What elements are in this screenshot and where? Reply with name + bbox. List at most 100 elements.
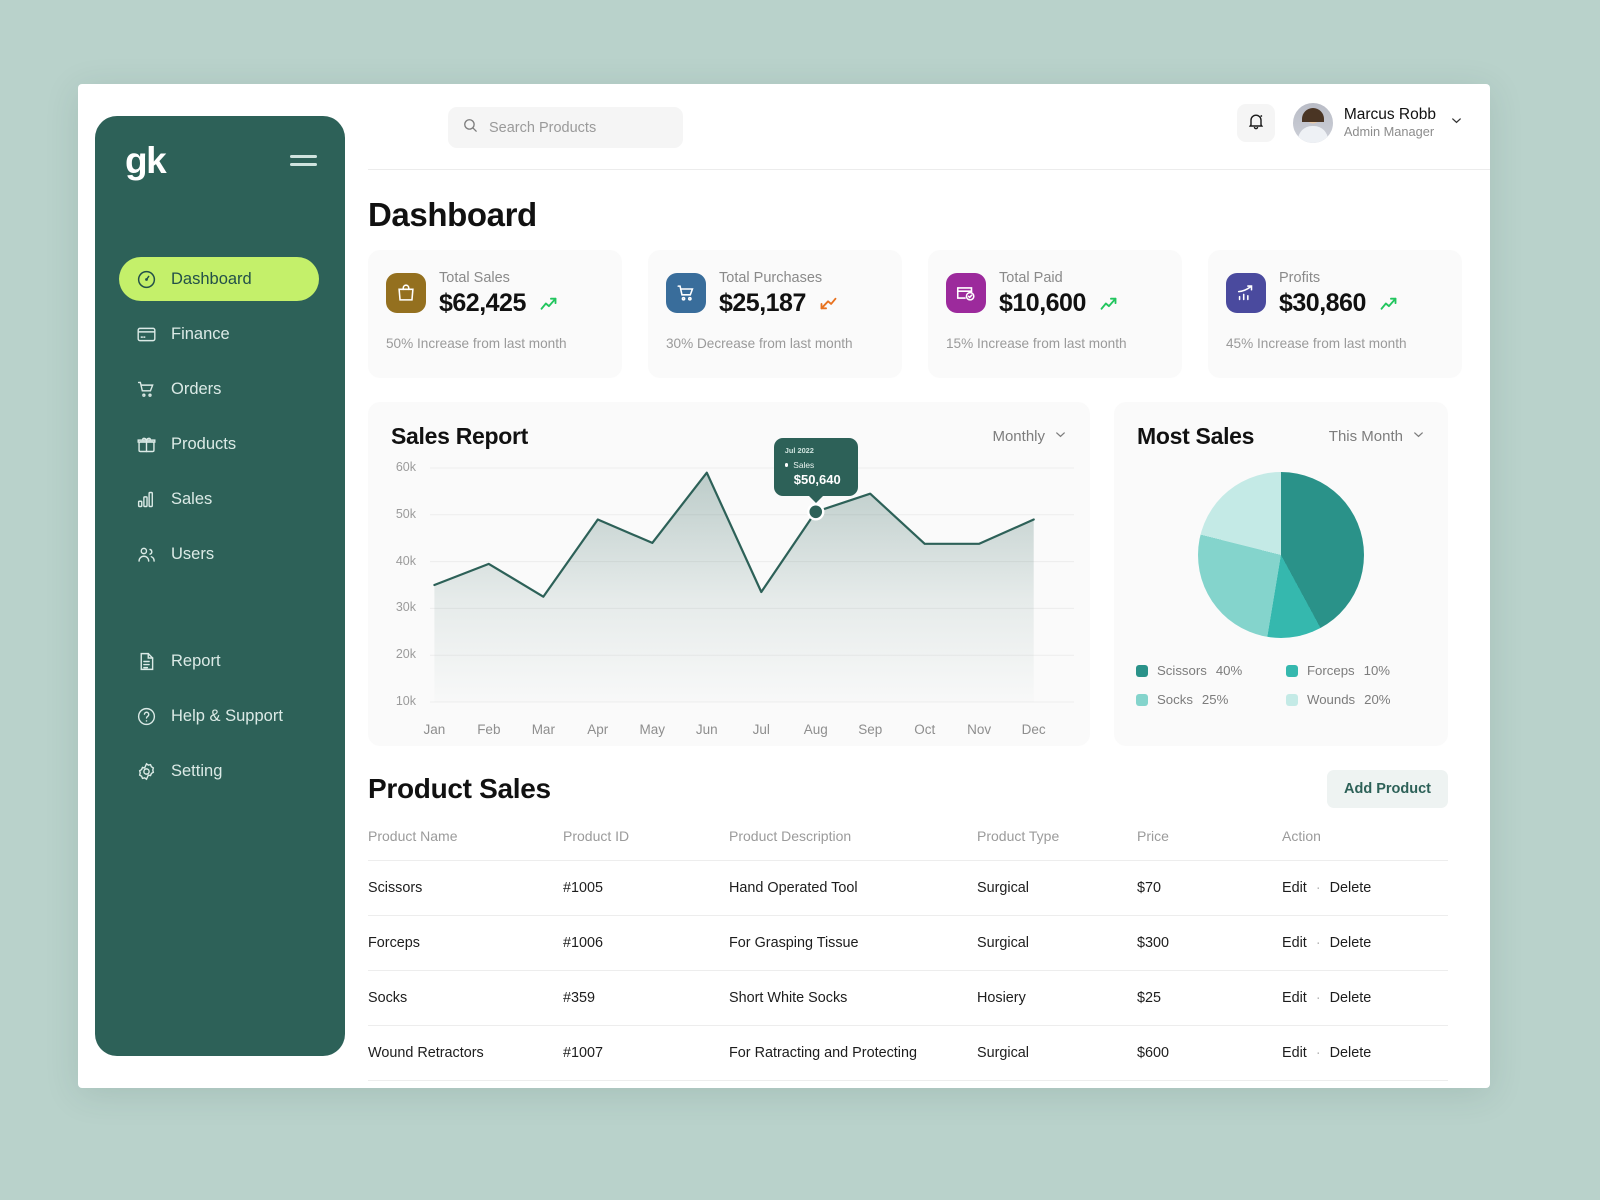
sidebar-item-products[interactable]: Products xyxy=(119,422,319,466)
stat-value: $25,187 xyxy=(719,288,806,317)
col-price: Price xyxy=(1137,828,1169,844)
cell-product-name: Forceps xyxy=(368,935,420,951)
cart-icon xyxy=(666,273,706,314)
topbar-right: Marcus Robb Admin Manager xyxy=(1236,103,1464,143)
chevron-down-icon xyxy=(1449,113,1464,133)
sidebar-nav-secondary: Report Help & Support Setting xyxy=(95,639,345,793)
search-input[interactable] xyxy=(489,119,669,136)
x-axis-tick: May xyxy=(639,722,666,737)
sidebar-item-setting[interactable]: Setting xyxy=(119,749,319,793)
legend-swatch xyxy=(1286,693,1298,706)
edit-link[interactable]: Edit xyxy=(1282,1045,1307,1061)
cell-price: $70 xyxy=(1137,880,1162,896)
gift-icon xyxy=(135,433,157,455)
stat-card-total-purchases: Total Purchases $25,187 30% Decrease fro… xyxy=(648,250,902,378)
x-axis-tick: Feb xyxy=(477,722,501,737)
sidebar-item-label: Sales xyxy=(171,489,213,508)
legend-value: 10% xyxy=(1363,663,1391,678)
search-box[interactable] xyxy=(448,107,683,148)
sidebar-header: gk xyxy=(95,116,345,179)
legend-value: 40% xyxy=(1215,663,1243,678)
notifications-button[interactable] xyxy=(1236,104,1275,142)
edit-link[interactable]: Edit xyxy=(1282,990,1307,1006)
sidebar-item-finance[interactable]: Finance xyxy=(119,312,319,356)
edit-link[interactable]: Edit xyxy=(1282,880,1307,896)
delete-link[interactable]: Delete xyxy=(1330,880,1372,896)
stat-note: 15% Increase from last month xyxy=(946,335,1127,351)
sidebar-nav-primary: Dashboard Finance Orders Products Sales … xyxy=(95,257,345,576)
table-row: Wound Retractors #1007 For Ratracting and … xyxy=(368,1026,1448,1081)
sidebar-item-dashboard[interactable]: Dashboard xyxy=(119,257,319,301)
cell-product-id: #1006 xyxy=(563,935,604,951)
y-axis-tick: 30k xyxy=(395,600,416,615)
cell-product-id: #1007 xyxy=(563,1045,604,1061)
cell-price: $25 xyxy=(1137,990,1162,1006)
sidebar: gk Dashboard Finance Orders Products Sal… xyxy=(95,116,345,1056)
sidebar-item-label: Help & Support xyxy=(171,706,283,725)
stat-label: Total Paid xyxy=(999,270,1063,286)
sidebar-item-users[interactable]: Users xyxy=(119,532,319,576)
table-body: Scissors #1005 Hand Operated Tool Surgical $… xyxy=(368,861,1448,1081)
pie-chart-wrap: Scissors 40% Forceps 10% Socks 25% Wounds 20% xyxy=(1114,458,1448,746)
most-sales-range-dropdown[interactable]: This Month xyxy=(1329,427,1426,446)
sidebar-item-report[interactable]: Report xyxy=(119,639,319,683)
x-axis-tick: Sep xyxy=(858,722,883,737)
action-separator: · xyxy=(1315,935,1321,951)
most-sales-panel: Most Sales This Month Scissors 40% Forceps… xyxy=(1114,402,1448,746)
tooltip-value: $50,640 xyxy=(793,471,841,487)
legend-label: Forceps xyxy=(1307,663,1355,678)
cell-action: Edit · Delete xyxy=(1282,1026,1448,1081)
legend-swatch xyxy=(1136,693,1148,706)
cell-action: Edit · Delete xyxy=(1282,861,1448,916)
table-header-row: Product Name Product ID Product Descript… xyxy=(368,828,1448,861)
stats-row: Total Sales $62,425 50% Increase from la… xyxy=(368,250,1462,378)
bell-icon xyxy=(1246,111,1266,136)
legend-item: Scissors 40% xyxy=(1136,663,1278,678)
stat-label: Total Sales xyxy=(439,270,510,286)
trend-up-icon xyxy=(1378,293,1399,314)
col-product-type: Product Type xyxy=(977,828,1060,844)
x-axis-tick: Aug xyxy=(803,722,828,737)
card-icon xyxy=(135,323,157,345)
user-profile-menu[interactable]: Marcus Robb Admin Manager xyxy=(1292,103,1464,143)
stat-value: $62,425 xyxy=(439,288,526,317)
trend-up-icon xyxy=(1098,293,1119,314)
stat-card-total-paid: Total Paid $10,600 15% Increase from las… xyxy=(928,250,1182,378)
sidebar-item-label: Finance xyxy=(171,324,230,343)
delete-link[interactable]: Delete xyxy=(1330,990,1372,1006)
sidebar-item-sales[interactable]: Sales xyxy=(119,477,319,521)
sidebar-item-help-support[interactable]: Help & Support xyxy=(119,694,319,738)
cell-product-description: For Grasping Tissue xyxy=(729,935,859,951)
edit-link[interactable]: Edit xyxy=(1282,935,1307,951)
tooltip-series: Sales xyxy=(784,460,848,470)
pie-legend: Scissors 40% Forceps 10% Socks 25% Wounds 20% xyxy=(1136,663,1436,707)
stat-card-total-sales: Total Sales $62,425 50% Increase from la… xyxy=(368,250,622,378)
table-header: Product Name Product ID Product Descript… xyxy=(368,828,1448,861)
cell-product-description: Short White Socks xyxy=(729,990,848,1006)
action-separator: · xyxy=(1315,990,1321,1006)
sidebar-item-label: Users xyxy=(171,544,215,563)
table-row: Forceps #1006 For Grasping Tissue Surgical $… xyxy=(368,916,1448,971)
action-separator: · xyxy=(1315,1045,1321,1061)
chevron-down-icon xyxy=(1411,427,1426,446)
col-product-name: Product Name xyxy=(368,828,458,844)
stat-value: $30,860 xyxy=(1279,288,1366,317)
add-product-button[interactable]: Add Product xyxy=(1327,770,1448,808)
col-product-id: Product ID xyxy=(563,828,630,844)
hamburger-icon[interactable] xyxy=(290,151,317,169)
delete-link[interactable]: Delete xyxy=(1330,1045,1372,1061)
range-label: Monthly xyxy=(992,428,1045,445)
y-axis-tick: 40k xyxy=(395,553,416,568)
cell-product-type: Surgical xyxy=(977,935,1029,951)
tooltip-date: Jul 2022 xyxy=(784,445,814,455)
legend-value: 20% xyxy=(1364,692,1391,707)
x-axis-tick: Nov xyxy=(967,722,992,737)
sales-report-range-dropdown[interactable]: Monthly xyxy=(992,427,1068,446)
y-axis-tick: 10k xyxy=(395,694,416,708)
range-label: This Month xyxy=(1328,428,1403,445)
delete-link[interactable]: Delete xyxy=(1330,935,1372,951)
legend-item: Wounds 20% xyxy=(1286,692,1428,707)
sidebar-item-orders[interactable]: Orders xyxy=(119,367,319,411)
stat-label: Profits xyxy=(1279,270,1321,286)
cell-product-type: Surgical xyxy=(977,1045,1029,1061)
